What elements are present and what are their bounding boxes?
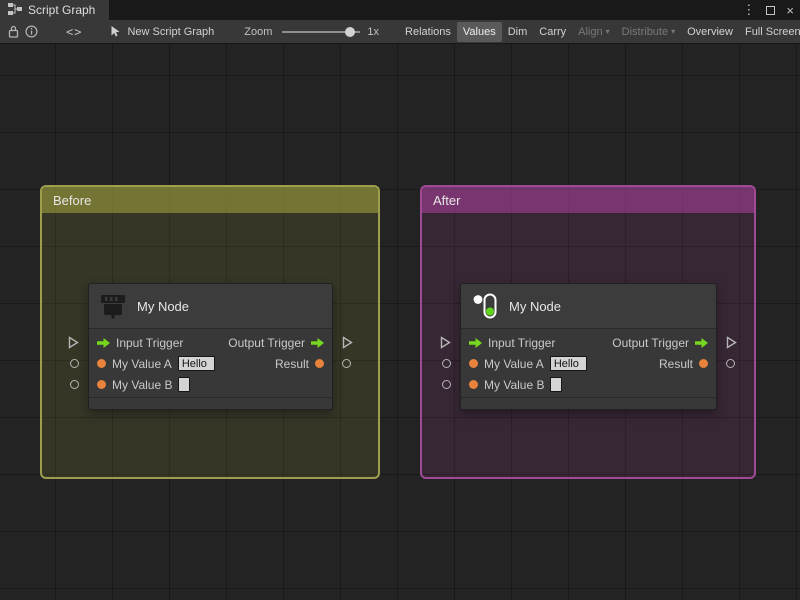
group-port-value-out[interactable] xyxy=(726,359,735,368)
flow-arrow-icon xyxy=(311,337,324,348)
port-label: My Value A xyxy=(484,356,544,371)
port-input-trigger[interactable]: Input Trigger xyxy=(469,336,555,350)
group-before-header[interactable]: Before xyxy=(42,187,378,213)
flow-arrow-icon xyxy=(695,337,708,348)
script-machine-icon xyxy=(98,291,128,321)
toolbar-button-relations[interactable]: Relations xyxy=(399,22,457,42)
group-title: After xyxy=(433,192,461,208)
port-output-trigger[interactable]: Output Trigger xyxy=(612,336,708,350)
flow-arrow-icon xyxy=(469,337,482,348)
group-port-flow-out[interactable] xyxy=(342,336,353,354)
value-port-icon[interactable] xyxy=(699,359,708,368)
value-port-icon[interactable] xyxy=(97,359,106,368)
value-a-input[interactable] xyxy=(177,356,215,371)
value-port-icon[interactable] xyxy=(315,359,324,368)
port-row-value-a: My Value A Result xyxy=(89,353,332,374)
value-a-input[interactable] xyxy=(549,356,587,371)
port-output-trigger[interactable]: Output Trigger xyxy=(228,336,324,350)
zoom-slider[interactable] xyxy=(282,26,361,38)
zoom-slider-handle[interactable] xyxy=(345,26,356,37)
node-footer xyxy=(461,397,716,409)
port-result[interactable]: Result xyxy=(275,357,324,371)
node-header[interactable]: My Node xyxy=(461,284,716,329)
window-menu-icon[interactable]: ⋮ xyxy=(742,2,755,18)
graph-canvas[interactable]: Before After My Node Input Trigger Outpu… xyxy=(0,44,800,600)
group-after-header[interactable]: After xyxy=(422,187,754,213)
value-port-icon[interactable] xyxy=(469,359,478,368)
toolbar-buttons: Relations Values Dim Carry Align ▾ Distri… xyxy=(399,20,800,43)
port-label: Output Trigger xyxy=(228,335,305,350)
tab-bar: Script Graph ⋮ × xyxy=(0,0,800,20)
node-title: My Node xyxy=(137,298,190,314)
group-port-flow-in[interactable] xyxy=(440,336,451,354)
group-port-value-in[interactable] xyxy=(442,359,451,368)
toolbar-button-carry[interactable]: Carry xyxy=(533,22,572,42)
info-icon xyxy=(24,25,38,38)
group-port-flow-in[interactable] xyxy=(68,336,79,354)
group-port-value-in[interactable] xyxy=(70,380,79,389)
port-label: My Value A xyxy=(112,356,172,371)
port-label: My Value B xyxy=(484,377,545,392)
port-row-value-b: My Value B xyxy=(89,374,332,395)
toolbar-button-values[interactable]: Values xyxy=(456,21,502,42)
port-my-value-b[interactable]: My Value B xyxy=(97,377,191,392)
toolbar-button-distribute[interactable]: Distribute ▾ xyxy=(616,22,681,42)
chevron-down-icon: ▾ xyxy=(605,26,610,36)
port-my-value-a[interactable]: My Value A xyxy=(97,356,215,371)
zoom-label: Zoom xyxy=(244,25,273,38)
port-label: Result xyxy=(658,356,693,371)
value-b-input[interactable] xyxy=(550,377,563,392)
tab-script-graph[interactable]: Script Graph xyxy=(0,0,110,20)
group-port-flow-out[interactable] xyxy=(726,336,737,354)
zoom-value: 1x xyxy=(367,25,380,38)
port-my-value-b[interactable]: My Value B xyxy=(469,377,563,392)
info-button[interactable] xyxy=(22,20,40,43)
toolbar-button-dim[interactable]: Dim xyxy=(502,22,534,42)
lock-icon xyxy=(8,25,18,38)
node-my-node-after[interactable]: My Node Input Trigger Output Trigger My … xyxy=(440,283,737,410)
port-row-value-b: My Value B xyxy=(461,374,716,395)
graph-toolbar: <> New Script Graph Zoom 1x Relations Va… xyxy=(0,20,800,44)
port-label: Output Trigger xyxy=(612,335,689,350)
port-result[interactable]: Result xyxy=(659,357,708,371)
group-port-value-out[interactable] xyxy=(342,359,351,368)
group-port-value-in[interactable] xyxy=(70,359,79,368)
group-port-value-in[interactable] xyxy=(442,380,451,389)
port-label: Input Trigger xyxy=(488,335,556,350)
port-row-triggers: Input Trigger Output Trigger xyxy=(461,332,716,353)
value-b-input[interactable] xyxy=(178,377,191,392)
flow-arrow-icon xyxy=(97,337,110,348)
port-row-value-a: My Value A Result xyxy=(461,353,716,374)
port-label: Result xyxy=(274,356,309,371)
node-title: My Node xyxy=(509,298,562,314)
graph-name-label: New Script Graph xyxy=(127,25,215,38)
toolbar-button-fullscreen[interactable]: Full Screen xyxy=(739,22,800,42)
pointer-icon xyxy=(111,26,120,37)
tab-label: Script Graph xyxy=(28,3,96,17)
graph-icon xyxy=(8,2,22,18)
maximize-icon[interactable] xyxy=(766,5,776,15)
port-my-value-a[interactable]: My Value A xyxy=(469,356,587,371)
lock-button[interactable] xyxy=(4,20,22,43)
code-view-button[interactable]: <> xyxy=(62,20,86,43)
script-graph-window: Script Graph ⋮ × <> New Script Graph Zoo… xyxy=(0,0,800,600)
group-title: Before xyxy=(53,192,92,208)
chevron-down-icon: ▾ xyxy=(671,26,676,36)
toolbar-button-overview[interactable]: Overview xyxy=(681,22,739,42)
port-row-triggers: Input Trigger Output Trigger xyxy=(89,332,332,353)
node-footer xyxy=(89,397,332,409)
node-my-node-before[interactable]: My Node Input Trigger Output Trigger My … xyxy=(68,283,353,410)
port-input-trigger[interactable]: Input Trigger xyxy=(97,336,183,350)
node-header[interactable]: My Node xyxy=(89,284,332,329)
value-port-icon[interactable] xyxy=(97,380,106,389)
close-icon[interactable]: × xyxy=(786,3,794,18)
toolbar-button-align[interactable]: Align ▾ xyxy=(572,22,615,42)
graph-name-button[interactable]: New Script Graph xyxy=(110,25,214,38)
port-label: My Value B xyxy=(112,377,173,392)
port-label: Input Trigger xyxy=(116,335,184,350)
visual-scripting-icon xyxy=(470,291,500,321)
value-port-icon[interactable] xyxy=(469,380,478,389)
